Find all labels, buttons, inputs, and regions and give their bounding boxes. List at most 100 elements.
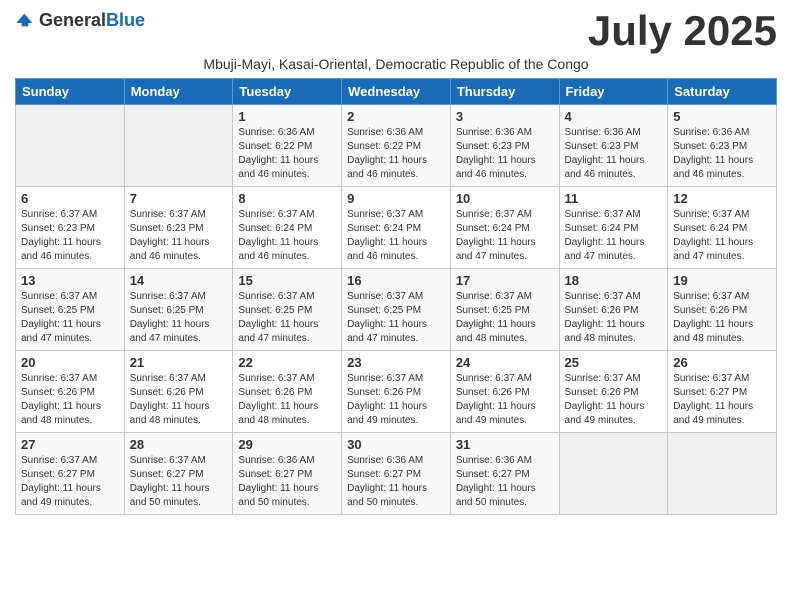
day-number: 30 [347,437,445,452]
logo-blue: Blue [106,10,145,30]
table-row: 2 Sunrise: 6:36 AM Sunset: 6:22 PM Daylig… [342,105,451,187]
weekday-header-wednesday: Wednesday [342,79,451,105]
table-row: 12 Sunrise: 6:37 AM Sunset: 6:24 PM Dayli… [668,187,777,269]
weekday-header-thursday: Thursday [450,79,559,105]
day-info: Sunrise: 6:36 AM Sunset: 6:27 PM Dayligh… [238,454,336,510]
table-row: 24 Sunrise: 6:37 AM Sunset: 6:26 PM Dayli… [450,351,559,433]
weekday-header-saturday: Saturday [668,79,777,105]
day-info: Sunrise: 6:36 AM Sunset: 6:27 PM Dayligh… [456,454,554,510]
day-number: 16 [347,273,445,288]
day-info: Sunrise: 6:36 AM Sunset: 6:23 PM Dayligh… [456,126,554,182]
table-row: 15 Sunrise: 6:37 AM Sunset: 6:25 PM Dayli… [233,269,342,351]
table-row: 11Sunrise: 6:37 AM Sunset: 6:24 PM Dayli… [559,187,668,269]
day-number: 7 [130,191,228,206]
table-row: 22Sunrise: 6:37 AM Sunset: 6:26 PM Dayli… [233,351,342,433]
table-row: 5 Sunrise: 6:36 AM Sunset: 6:23 PM Daylig… [668,105,777,187]
table-row: 25 Sunrise: 6:37 AM Sunset: 6:26 PM Dayli… [559,351,668,433]
day-info: Sunrise: 6:37 AM Sunset: 6:26 PM Dayligh… [130,372,228,428]
day-info: Sunrise: 6:37 AM Sunset: 6:24 PM Dayligh… [238,208,336,264]
day-info: Sunrise: 6:37 AM Sunset: 6:23 PM Dayligh… [130,208,228,264]
table-row: 1 Sunrise: 6:36 AM Sunset: 6:22 PM Daylig… [233,105,342,187]
table-row: 26Sunrise: 6:37 AM Sunset: 6:27 PM Dayli… [668,351,777,433]
calendar-week-5: 27Sunrise: 6:37 AM Sunset: 6:27 PM Dayli… [16,433,777,515]
day-number: 24 [456,355,554,370]
day-info: Sunrise: 6:37 AM Sunset: 6:25 PM Dayligh… [456,290,554,346]
day-info: Sunrise: 6:37 AM Sunset: 6:24 PM Dayligh… [456,208,554,264]
day-info: Sunrise: 6:37 AM Sunset: 6:24 PM Dayligh… [347,208,445,264]
table-row [668,433,777,515]
calendar-body: 1 Sunrise: 6:36 AM Sunset: 6:22 PM Daylig… [16,105,777,515]
day-number: 2 [347,109,445,124]
day-info: Sunrise: 6:36 AM Sunset: 6:22 PM Dayligh… [238,126,336,182]
weekday-header-monday: Monday [124,79,233,105]
table-row: 13Sunrise: 6:37 AM Sunset: 6:25 PM Dayli… [16,269,125,351]
day-number: 11 [565,191,663,206]
table-row: 9Sunrise: 6:37 AM Sunset: 6:24 PM Daylig… [342,187,451,269]
day-info: Sunrise: 6:37 AM Sunset: 6:23 PM Dayligh… [21,208,119,264]
calendar-header: SundayMondayTuesdayWednesdayThursdayFrid… [16,79,777,105]
day-number: 25 [565,355,663,370]
day-info: Sunrise: 6:36 AM Sunset: 6:23 PM Dayligh… [565,126,663,182]
day-info: Sunrise: 6:37 AM Sunset: 6:26 PM Dayligh… [565,290,663,346]
day-info: Sunrise: 6:37 AM Sunset: 6:27 PM Dayligh… [21,454,119,510]
day-info: Sunrise: 6:36 AM Sunset: 6:22 PM Dayligh… [347,126,445,182]
table-row: 6 Sunrise: 6:37 AM Sunset: 6:23 PM Daylig… [16,187,125,269]
day-number: 17 [456,273,554,288]
day-info: Sunrise: 6:37 AM Sunset: 6:26 PM Dayligh… [21,372,119,428]
day-info: Sunrise: 6:37 AM Sunset: 6:25 PM Dayligh… [130,290,228,346]
day-number: 10 [456,191,554,206]
day-info: Sunrise: 6:37 AM Sunset: 6:25 PM Dayligh… [238,290,336,346]
table-row [559,433,668,515]
day-number: 29 [238,437,336,452]
day-number: 1 [238,109,336,124]
calendar-week-4: 20Sunrise: 6:37 AM Sunset: 6:26 PM Dayli… [16,351,777,433]
day-number: 23 [347,355,445,370]
logo-general: General [39,10,106,30]
day-info: Sunrise: 6:37 AM Sunset: 6:26 PM Dayligh… [673,290,771,346]
day-number: 3 [456,109,554,124]
table-row: 20Sunrise: 6:37 AM Sunset: 6:26 PM Dayli… [16,351,125,433]
table-row: 27Sunrise: 6:37 AM Sunset: 6:27 PM Dayli… [16,433,125,515]
day-number: 18 [565,273,663,288]
day-number: 28 [130,437,228,452]
table-row: 8 Sunrise: 6:37 AM Sunset: 6:24 PM Daylig… [233,187,342,269]
page-subtitle: Mbuji-Mayi, Kasai-Oriental, Democratic R… [15,56,777,72]
table-row: 17 Sunrise: 6:37 AM Sunset: 6:25 PM Dayli… [450,269,559,351]
day-number: 15 [238,273,336,288]
table-row: 16Sunrise: 6:37 AM Sunset: 6:25 PM Dayli… [342,269,451,351]
table-row: 31Sunrise: 6:36 AM Sunset: 6:27 PM Dayli… [450,433,559,515]
day-info: Sunrise: 6:37 AM Sunset: 6:26 PM Dayligh… [347,372,445,428]
table-row: 18 Sunrise: 6:37 AM Sunset: 6:26 PM Dayli… [559,269,668,351]
day-info: Sunrise: 6:37 AM Sunset: 6:26 PM Dayligh… [456,372,554,428]
day-info: Sunrise: 6:37 AM Sunset: 6:27 PM Dayligh… [130,454,228,510]
day-info: Sunrise: 6:37 AM Sunset: 6:26 PM Dayligh… [238,372,336,428]
day-number: 5 [673,109,771,124]
table-row: 29 Sunrise: 6:36 AM Sunset: 6:27 PM Dayli… [233,433,342,515]
day-number: 12 [673,191,771,206]
table-row: 19 Sunrise: 6:37 AM Sunset: 6:26 PM Dayli… [668,269,777,351]
logo-icon [15,11,35,31]
calendar-week-3: 13Sunrise: 6:37 AM Sunset: 6:25 PM Dayli… [16,269,777,351]
calendar-week-1: 1 Sunrise: 6:36 AM Sunset: 6:22 PM Daylig… [16,105,777,187]
calendar-week-2: 6 Sunrise: 6:37 AM Sunset: 6:23 PM Daylig… [16,187,777,269]
day-number: 6 [21,191,119,206]
day-number: 4 [565,109,663,124]
day-info: Sunrise: 6:37 AM Sunset: 6:26 PM Dayligh… [565,372,663,428]
table-row: 3 Sunrise: 6:36 AM Sunset: 6:23 PM Daylig… [450,105,559,187]
weekday-header-friday: Friday [559,79,668,105]
day-number: 14 [130,273,228,288]
day-number: 8 [238,191,336,206]
table-row [124,105,233,187]
day-info: Sunrise: 6:37 AM Sunset: 6:24 PM Dayligh… [673,208,771,264]
table-row: 30 Sunrise: 6:36 AM Sunset: 6:27 PM Dayli… [342,433,451,515]
calendar-table: SundayMondayTuesdayWednesdayThursdayFrid… [15,78,777,515]
day-number: 21 [130,355,228,370]
day-info: Sunrise: 6:36 AM Sunset: 6:23 PM Dayligh… [673,126,771,182]
day-info: Sunrise: 6:36 AM Sunset: 6:27 PM Dayligh… [347,454,445,510]
table-row: 4 Sunrise: 6:36 AM Sunset: 6:23 PM Daylig… [559,105,668,187]
table-row: 14 Sunrise: 6:37 AM Sunset: 6:25 PM Dayli… [124,269,233,351]
table-row: 7 Sunrise: 6:37 AM Sunset: 6:23 PM Daylig… [124,187,233,269]
weekday-header-row: SundayMondayTuesdayWednesdayThursdayFrid… [16,79,777,105]
table-row: 23 Sunrise: 6:37 AM Sunset: 6:26 PM Dayli… [342,351,451,433]
day-number: 19 [673,273,771,288]
